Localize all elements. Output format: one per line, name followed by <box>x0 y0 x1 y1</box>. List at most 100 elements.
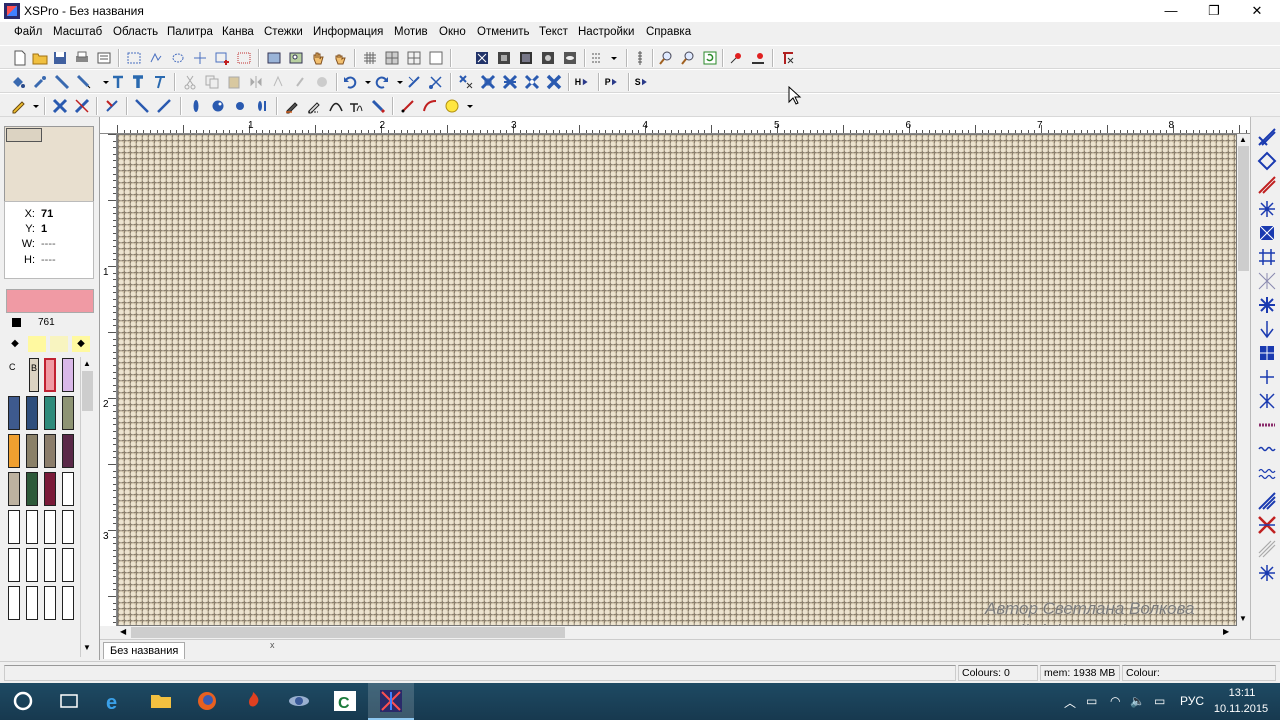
delete-all-icon[interactable] <box>546 74 562 90</box>
save-icon[interactable] <box>52 50 68 66</box>
delete-stitch-icon[interactable] <box>480 74 496 90</box>
pin-red-icon[interactable] <box>728 50 744 66</box>
menu-motif[interactable]: Мотив <box>394 26 428 38</box>
quarter-stitch-icon[interactable] <box>104 98 120 114</box>
palette-empty-cell[interactable] <box>62 548 74 582</box>
battery-icon[interactable]: ▭ <box>1086 694 1097 708</box>
clear-stitch-icon[interactable] <box>780 50 796 66</box>
menu-settings[interactable]: Настройки <box>578 26 634 38</box>
stitch-type-15-icon[interactable] <box>1257 463 1277 483</box>
close-button[interactable]: ✕ <box>1234 0 1280 22</box>
scroll-down-arrow-icon[interactable]: ▼ <box>1239 614 1247 623</box>
clock-date[interactable]: 10.11.2015 <box>1212 703 1270 715</box>
curve-text-icon[interactable] <box>348 98 364 114</box>
task-view-icon[interactable] <box>46 683 92 720</box>
backstitch-tool-icon[interactable] <box>406 74 422 90</box>
palette-empty-cell[interactable] <box>62 586 74 620</box>
xspro-taskbar-icon[interactable] <box>368 683 414 720</box>
file-explorer-icon[interactable] <box>138 683 184 720</box>
notification-icon[interactable]: ▭ <box>1154 694 1165 708</box>
ruler-icon[interactable] <box>632 50 648 66</box>
pin-line-icon[interactable] <box>750 50 766 66</box>
menu-canvas[interactable]: Канва <box>222 26 254 38</box>
canvas-horizontal-scrollbar[interactable]: ◀ ▶ <box>117 626 1237 639</box>
stitch-type-6-icon[interactable] <box>1257 247 1277 267</box>
stitch-type-8-icon[interactable] <box>1257 295 1277 315</box>
open-folder-icon[interactable] <box>32 50 48 66</box>
palette-empty-cell[interactable] <box>26 548 38 582</box>
grid-medium-icon[interactable] <box>384 50 400 66</box>
line-red-icon[interactable] <box>400 98 416 114</box>
palette-color-cell[interactable] <box>8 472 20 506</box>
needle-tool-icon[interactable] <box>54 74 70 90</box>
new-file-icon[interactable] <box>12 50 28 66</box>
hand-pan-icon[interactable] <box>310 50 326 66</box>
diamond-symbol-icon[interactable]: ◆ <box>6 336 24 352</box>
cut-icon[interactable] <box>182 74 198 90</box>
rotate-left-icon[interactable] <box>292 74 308 90</box>
zoom-fit-icon[interactable] <box>288 50 304 66</box>
palette-empty-cell[interactable] <box>26 586 38 620</box>
crosshair-icon[interactable] <box>192 50 208 66</box>
bead-long-icon[interactable] <box>188 98 204 114</box>
palette-color-cell[interactable] <box>44 434 56 468</box>
stitch-type-3-icon[interactable] <box>1257 175 1277 195</box>
clock-time[interactable]: 13:11 <box>1224 687 1260 699</box>
menu-zoom[interactable]: Масштаб <box>53 26 102 38</box>
scroll-up-arrow-icon[interactable]: ▲ <box>1239 135 1247 144</box>
zoom-window-icon[interactable] <box>266 50 282 66</box>
edge-browser-icon[interactable]: e <box>92 683 138 720</box>
menu-file[interactable]: Файл <box>14 26 42 38</box>
wifi-icon[interactable]: ◠ <box>1110 694 1120 708</box>
light-yellow-symbol-swatch[interactable] <box>50 336 68 352</box>
arc-red-icon[interactable] <box>422 98 438 114</box>
text-bold-icon[interactable] <box>130 74 146 90</box>
stitch-canvas[interactable] <box>117 134 1237 626</box>
redo-icon[interactable] <box>374 74 390 90</box>
palette-color-cell[interactable] <box>62 396 74 430</box>
backstitch-left-icon[interactable] <box>134 98 150 114</box>
palette-empty-cell[interactable] <box>44 586 56 620</box>
grid-options-dropdown-icon[interactable] <box>606 50 617 66</box>
view-realistic-icon[interactable] <box>562 50 578 66</box>
bead-large-icon[interactable] <box>210 98 226 114</box>
palette-color-cell[interactable] <box>8 434 20 468</box>
view-symbols-icon[interactable] <box>518 50 534 66</box>
backstitch-right-icon[interactable] <box>156 98 172 114</box>
palette-color-cell[interactable] <box>62 472 74 506</box>
print-preview-icon[interactable] <box>96 50 112 66</box>
current-color-swatch[interactable] <box>6 289 94 313</box>
select-freehand-icon[interactable] <box>148 50 164 66</box>
keyboard-language[interactable]: РУС <box>1180 694 1204 708</box>
palette-empty-cell[interactable] <box>44 510 56 544</box>
stitch-type-19-icon[interactable] <box>1257 563 1277 583</box>
app-orange-icon[interactable] <box>230 683 276 720</box>
stitch-scissors-icon[interactable] <box>428 74 444 90</box>
view-blocks-icon[interactable] <box>540 50 556 66</box>
shape-dropdown-icon[interactable] <box>462 98 473 114</box>
undo-dropdown-icon[interactable] <box>360 74 371 90</box>
delete-color-icon[interactable] <box>524 74 540 90</box>
palette-scroll-thumb[interactable] <box>82 371 93 411</box>
menu-info[interactable]: Информация <box>313 26 383 38</box>
palette-empty-cell[interactable] <box>62 510 74 544</box>
palette-color-cell[interactable] <box>8 396 20 430</box>
stitch-type-14-icon[interactable] <box>1257 439 1277 459</box>
menu-undo[interactable]: Отменить <box>477 26 530 38</box>
tray-chevron-icon[interactable]: ︿ <box>1064 694 1076 711</box>
eyedropper-icon[interactable] <box>32 74 48 90</box>
text-tool-icon[interactable] <box>110 74 126 90</box>
minimize-button[interactable]: — <box>1148 0 1194 22</box>
pen-tool-icon[interactable] <box>284 98 300 114</box>
palette-color-cell[interactable] <box>62 358 74 392</box>
tab-close-icon[interactable]: x <box>270 640 275 650</box>
stitch-type-7-icon[interactable] <box>1257 271 1277 291</box>
scroll-left-arrow-icon[interactable]: ◀ <box>120 627 126 636</box>
scroll-up-arrow-icon[interactable]: ▲ <box>83 359 91 368</box>
menu-stitches[interactable]: Стежки <box>264 26 303 38</box>
start-button[interactable] <box>0 683 46 720</box>
grid-options-icon[interactable] <box>590 50 606 66</box>
bead-small-icon[interactable] <box>232 98 248 114</box>
flip-vertical-icon[interactable] <box>270 74 286 90</box>
delete-stitch-small-icon[interactable] <box>458 74 474 90</box>
